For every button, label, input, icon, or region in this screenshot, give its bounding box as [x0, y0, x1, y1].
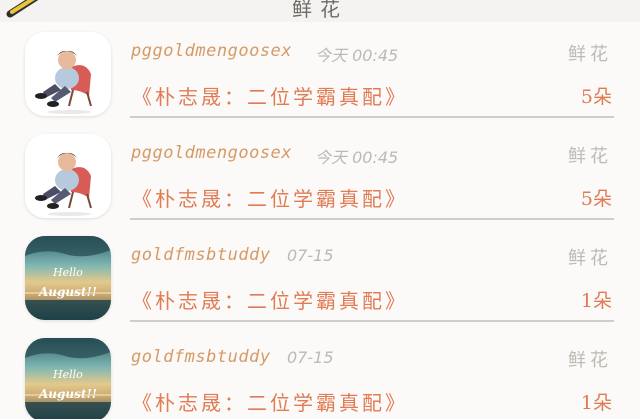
timestamp: 07-15 — [287, 246, 334, 265]
avatar[interactable]: Hello August!! — [25, 236, 111, 320]
sender-username[interactable]: goldfmsbtuddy — [131, 347, 271, 367]
timestamp: 今天 00:45 — [315, 46, 399, 65]
gift-list: pggoldmengoosex 今天 00:45 鲜花 《朴志晟：二位学霸真配》… — [0, 22, 640, 419]
sender-username[interactable]: pggoldmengoosex — [131, 41, 292, 61]
list-item[interactable]: Hello August!! goldfmsbtuddy 07-15 鲜花 《朴… — [0, 328, 640, 419]
avatar-text-hello: Hello — [52, 266, 83, 279]
gift-count: 1朵 — [580, 290, 612, 312]
list-item[interactable]: Hello August!! goldfmsbtuddy 07-15 鲜花 《朴… — [0, 226, 640, 328]
gift-type-label: 鲜花 — [568, 44, 612, 65]
gift-type-label: 鲜花 — [568, 350, 612, 371]
top-bar: 鲜花 — [0, 0, 640, 22]
sender-username[interactable]: pggoldmengoosex — [131, 143, 292, 163]
avatar-text-august: August!! — [38, 387, 97, 401]
row-divider — [130, 320, 614, 322]
gift-count: 5朵 — [580, 86, 612, 108]
gift-type-label: 鲜花 — [568, 248, 612, 269]
list-item[interactable]: pggoldmengoosex 今天 00:45 鲜花 《朴志晟：二位学霸真配》… — [0, 124, 640, 226]
gift-message[interactable]: 《朴志晟：二位学霸真配》 — [132, 285, 408, 314]
person-in-chair-illustration — [25, 134, 111, 218]
gift-message[interactable]: 《朴志晟：二位学霸真配》 — [132, 81, 408, 110]
sender-username[interactable]: goldfmsbtuddy — [131, 245, 271, 265]
avatar[interactable]: Hello August!! — [25, 338, 111, 419]
hello-august-sunset-photo: Hello August!! — [25, 338, 111, 419]
timestamp: 07-15 — [287, 348, 334, 367]
avatar-text-hello: Hello — [52, 368, 83, 381]
row-divider — [130, 218, 614, 220]
list-item[interactable]: pggoldmengoosex 今天 00:45 鲜花 《朴志晟：二位学霸真配》… — [0, 22, 640, 124]
hello-august-sunset-photo: Hello August!! — [25, 236, 111, 320]
avatar[interactable] — [25, 134, 111, 218]
gift-type-label: 鲜花 — [568, 146, 612, 167]
gift-count: 1朵 — [580, 392, 612, 414]
avatar[interactable] — [25, 32, 111, 116]
row-divider — [130, 116, 614, 118]
gift-message[interactable]: 《朴志晟：二位学霸真配》 — [132, 387, 408, 416]
page-title: 鲜花 — [292, 0, 348, 21]
person-in-chair-illustration — [25, 32, 111, 116]
gift-count: 5朵 — [580, 188, 612, 210]
timestamp: 今天 00:45 — [315, 148, 399, 167]
avatar-text-august: August!! — [38, 285, 97, 299]
gift-list-screen: 鲜花 pggoldmengoosex 今天 00:45 鲜花 《朴志晟：二位学霸… — [0, 0, 640, 419]
gift-message[interactable]: 《朴志晟：二位学霸真配》 — [132, 183, 408, 212]
